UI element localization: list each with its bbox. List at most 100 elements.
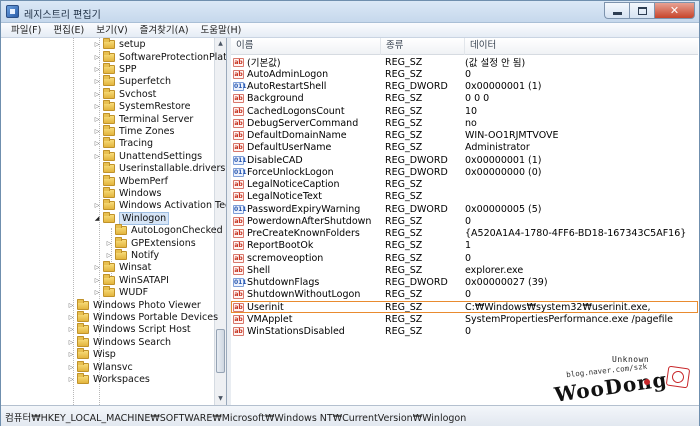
tree-item-gpextensions[interactable]: ▷ GPExtensions — [105, 236, 196, 249]
menu-item-0[interactable]: 파일(F) — [5, 23, 47, 37]
tree-item-superfetch[interactable]: ▷ Superfetch — [93, 75, 171, 88]
value-row-legalnoticetext[interactable]: ab LegalNoticeText REG_SZ — [231, 191, 698, 203]
maximize-button[interactable] — [629, 2, 654, 19]
tree-item-workspaces[interactable]: ▷ Workspaces — [67, 372, 150, 385]
tree-item-tracing[interactable]: ▷ Tracing — [93, 137, 153, 150]
expand-arrow-icon[interactable]: ▷ — [67, 326, 75, 333]
value-row-userinit[interactable]: ab Userinit REG_SZ C:₩Windows₩system32₩user… — [231, 301, 698, 314]
tree-item-winlogon[interactable]: ◢ Winlogon — [93, 211, 170, 225]
tree-item-systemrestore[interactable]: ▷ SystemRestore — [93, 100, 190, 113]
tree-item-wudf[interactable]: ▷ WUDF — [93, 286, 148, 299]
column-header-name[interactable]: 이름 — [231, 38, 381, 55]
collapse-arrow-icon[interactable]: ◢ — [93, 215, 101, 222]
scroll-down-icon[interactable]: ▼ — [216, 394, 225, 404]
tree-item-svchost[interactable]: ▷ Svchost — [93, 87, 156, 100]
expand-arrow-icon[interactable]: ▷ — [93, 91, 101, 98]
tree-item-wbemperf[interactable]: WbemPerf — [93, 174, 168, 187]
expand-arrow-icon[interactable]: ▷ — [93, 128, 101, 135]
value-row-forceunlocklogon[interactable]: 011 ForceUnlockLogon REG_DWORD 0x00000000 (… — [231, 166, 698, 178]
menu-item-1[interactable]: 편집(E) — [47, 23, 90, 37]
tree-vertical-scrollbar[interactable]: ▲ ▼ — [214, 38, 226, 405]
value-row-defaultusername[interactable]: ab DefaultUserName REG_SZ Administrator — [231, 142, 698, 154]
menu-item-3[interactable]: 즐겨찾기(A) — [134, 23, 195, 37]
expand-arrow-icon[interactable]: ▷ — [67, 339, 75, 346]
value-row-cachedlogonscount[interactable]: ab CachedLogonsCount REG_SZ 10 — [231, 105, 698, 117]
expand-arrow-icon[interactable]: ▷ — [93, 41, 101, 48]
folder-icon — [103, 124, 115, 136]
scroll-up-icon[interactable]: ▲ — [216, 39, 225, 49]
binary-value-icon: 011 — [233, 82, 247, 92]
value-row-disablecad[interactable]: 011 DisableCAD REG_DWORD 0x00000001 (1) — [231, 154, 698, 166]
expand-arrow-icon[interactable]: ▷ — [93, 153, 101, 160]
tree-item-softwareprotectionplatfor[interactable]: ▷ SoftwareProtectionPlatfor — [93, 50, 226, 63]
value-row-scremoveoption[interactable]: ab scremoveoption REG_SZ 0 — [231, 252, 698, 264]
expand-arrow-icon[interactable]: ▷ — [67, 376, 75, 383]
tree-item-time-zones[interactable]: ▷ Time Zones — [93, 124, 174, 137]
column-header-type[interactable]: 종류 — [381, 38, 465, 55]
tree-item-wisp[interactable]: ▷ Wisp — [67, 348, 116, 361]
expand-arrow-icon[interactable]: ▷ — [93, 103, 101, 110]
value-row-shutdownflags[interactable]: 011 ShutdownFlags REG_DWORD 0x00000027 (39) — [231, 277, 698, 289]
value-row-shell[interactable]: ab Shell REG_SZ explorer.exe — [231, 264, 698, 276]
expand-arrow-icon[interactable]: ▷ — [105, 252, 113, 259]
value-row-legalnoticecaption[interactable]: ab LegalNoticeCaption REG_SZ — [231, 179, 698, 191]
tree-item-terminal-server[interactable]: ▷ Terminal Server — [93, 112, 193, 125]
expand-arrow-icon[interactable]: ▷ — [93, 116, 101, 123]
string-value-icon: ab — [233, 192, 244, 202]
tree-item-winsat[interactable]: ▷ Winsat — [93, 261, 151, 274]
value-row-shutdownwithoutlogon[interactable]: ab ShutdownWithoutLogon REG_SZ 0 — [231, 289, 698, 301]
value-name: scremoveoption — [247, 252, 324, 264]
minimize-button[interactable] — [604, 2, 629, 19]
key-tree-pane[interactable]: ▲ ▼ ▷ setup ▷ SoftwareProtectionPlatfor ▷ SPP… — [1, 38, 227, 405]
folder-icon — [103, 162, 115, 174]
expand-arrow-icon[interactable]: ▷ — [93, 140, 101, 147]
tree-item-windows-photo-viewer[interactable]: ▷ Windows Photo Viewer — [67, 298, 201, 311]
tree-item-setup[interactable]: ▷ setup — [93, 38, 146, 51]
expand-arrow-icon[interactable]: ▷ — [93, 289, 101, 296]
expand-arrow-icon[interactable]: ▷ — [93, 78, 101, 85]
tree-item-winsatapi[interactable]: ▷ WinSATAPI — [93, 273, 169, 286]
value-row-debugservercommand[interactable]: ab DebugServerCommand REG_SZ no — [231, 117, 698, 129]
expand-arrow-icon[interactable]: ▷ — [67, 314, 75, 321]
value-row-defaultdomainname[interactable]: ab DefaultDomainName REG_SZ WIN-OO1RJMTVOVE — [231, 130, 698, 142]
value-name: DisableCAD — [247, 154, 303, 166]
value-row-precreateknownfolders[interactable]: ab PreCreateKnownFolders REG_SZ {A520A1A4-1… — [231, 228, 698, 240]
value-row-winstationsdisabled[interactable]: ab WinStationsDisabled REG_SZ 0 — [231, 326, 698, 338]
expand-arrow-icon[interactable]: ▷ — [93, 66, 101, 73]
tree-item-unattendsettings[interactable]: ▷ UnattendSettings — [93, 149, 202, 162]
expand-arrow-icon[interactable]: ▷ — [67, 302, 75, 309]
tree-scroll-thumb[interactable] — [216, 329, 225, 373]
tree-item-windows[interactable]: Windows — [93, 186, 161, 199]
tree-item-windows-activation-techn[interactable]: ▷ Windows Activation Techn — [93, 199, 226, 212]
column-header-data[interactable]: 데이터 — [465, 38, 698, 55]
expand-arrow-icon[interactable]: ▷ — [67, 351, 75, 358]
expand-arrow-icon[interactable]: ▷ — [93, 277, 101, 284]
value-row-background[interactable]: ab Background REG_SZ 0 0 0 — [231, 93, 698, 105]
tree-item-windows-search[interactable]: ▷ Windows Search — [67, 335, 171, 348]
value-row-powerdownaftershutdown[interactable]: ab PowerdownAfterShutdown REG_SZ 0 — [231, 215, 698, 227]
tree-item-userinstallable-drivers[interactable]: Userinstallable.drivers — [93, 162, 225, 175]
tree-item-spp[interactable]: ▷ SPP — [93, 62, 137, 75]
tree-item-autologonchecked[interactable]: AutoLogonChecked — [105, 224, 223, 237]
expand-arrow-icon[interactable]: ▷ — [67, 364, 75, 371]
tree-item-wlansvc[interactable]: ▷ Wlansvc — [67, 360, 133, 373]
tree-item-windows-script-host[interactable]: ▷ Windows Script Host — [67, 323, 191, 336]
value-name: ReportBootOk — [247, 240, 314, 252]
menu-item-4[interactable]: 도움말(H) — [195, 23, 248, 37]
value-row--기본값-[interactable]: ab (기본값) REG_SZ (값 설정 안 됨) — [231, 56, 698, 69]
value-row-reportbootok[interactable]: ab ReportBootOk REG_SZ 1 — [231, 240, 698, 252]
value-row-vmapplet[interactable]: ab VMApplet REG_SZ SystemPropertiesPerforma… — [231, 313, 698, 325]
value-row-passwordexpirywarning[interactable]: 011 PasswordExpiryWarning REG_DWORD 0x00000… — [231, 203, 698, 215]
expand-arrow-icon[interactable]: ▷ — [93, 264, 101, 271]
value-row-autoadminlogon[interactable]: ab AutoAdminLogon REG_SZ 0 — [231, 68, 698, 80]
menu-item-2[interactable]: 보기(V) — [90, 23, 133, 37]
tree-item-windows-portable-devices[interactable]: ▷ Windows Portable Devices — [67, 310, 218, 323]
expand-arrow-icon[interactable]: ▷ — [93, 202, 101, 209]
expand-arrow-icon[interactable]: ▷ — [93, 54, 101, 61]
tree-item-notify[interactable]: ▷ Notify — [105, 248, 159, 261]
title-bar[interactable]: 레지스트리 편집기 ✕ — [1, 1, 699, 23]
value-row-autorestartshell[interactable]: 011 AutoRestartShell REG_DWORD 0x00000001 (… — [231, 81, 698, 93]
close-button[interactable]: ✕ — [654, 2, 695, 19]
expand-arrow-icon[interactable]: ▷ — [105, 240, 113, 247]
value-name-cell: ab LegalNoticeCaption — [231, 179, 381, 190]
